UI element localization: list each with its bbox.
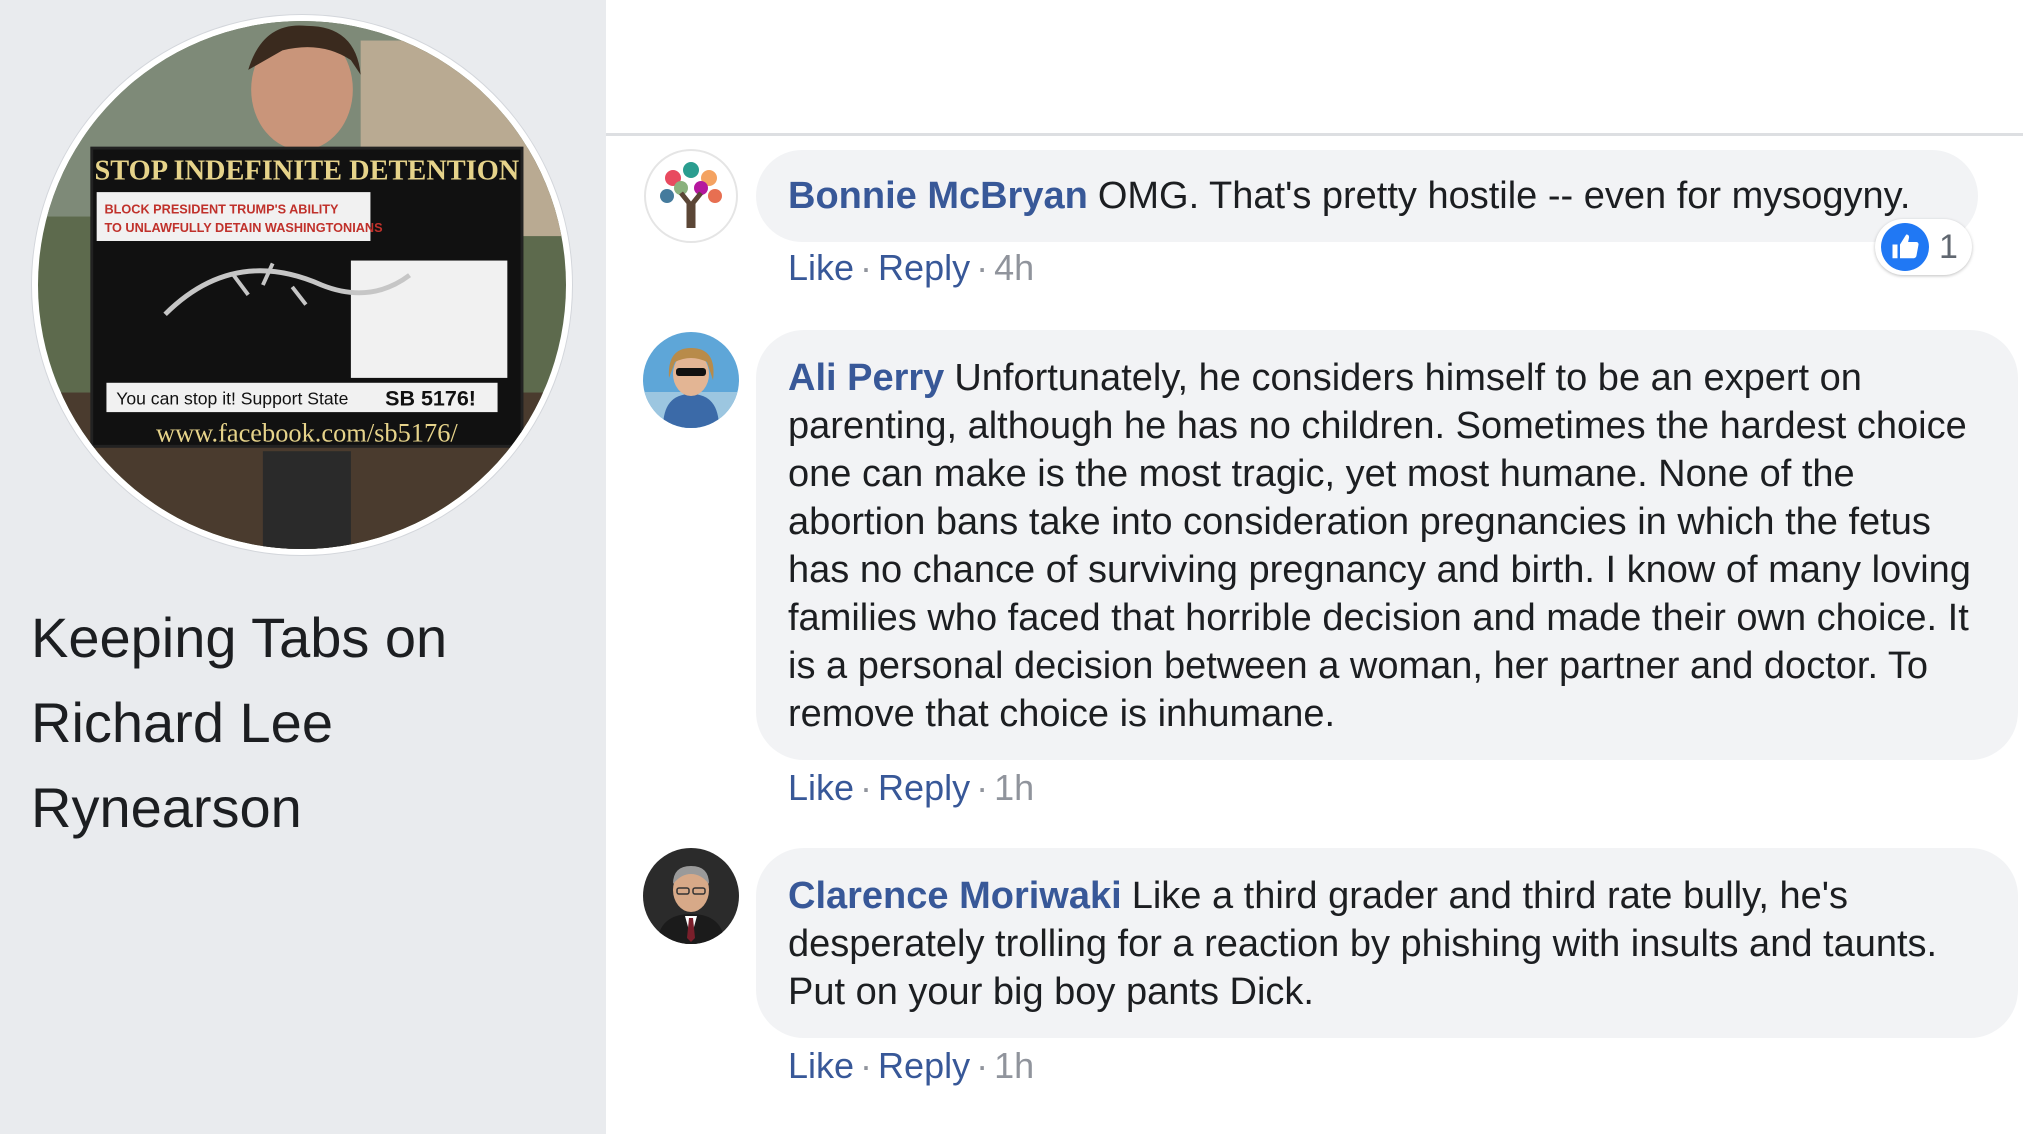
separator: ·: [976, 767, 989, 808]
profile-photo-avatar: [643, 848, 739, 944]
comment-bubble: Ali Perry Unfortunately, he considers him…: [756, 330, 2018, 760]
like-link[interactable]: Like: [788, 247, 854, 288]
profile-photo-avatar: [643, 332, 739, 428]
comment-timestamp[interactable]: 4h: [994, 247, 1034, 288]
reaction-count: 1: [1939, 227, 1958, 266]
thumbs-up-icon: [1881, 223, 1929, 271]
sign-headline: STOP INDEFINITE DETENTION: [95, 155, 520, 186]
profile-photo-illustration: STOP INDEFINITE DETENTION BLOCK PRESIDEN…: [38, 21, 566, 549]
separator: ·: [976, 247, 989, 288]
comment-author[interactable]: Bonnie McBryan: [788, 175, 1088, 217]
sign-url: www.facebook.com/sb5176/: [156, 417, 458, 447]
reply-link[interactable]: Reply: [878, 1045, 970, 1086]
comment-actions: Like · Reply · 4h: [788, 246, 1034, 290]
comment-bubble: Clarence Moriwaki Like a third grader and…: [756, 848, 2018, 1038]
comment-actions: Like · Reply · 1h: [788, 766, 1034, 810]
page-profile-picture[interactable]: STOP INDEFINITE DETENTION BLOCK PRESIDEN…: [32, 15, 572, 555]
avatar[interactable]: [643, 332, 739, 428]
separator: ·: [860, 247, 873, 288]
comment-text: OMG. That's pretty hostile -- even for m…: [1097, 175, 1911, 217]
page-title[interactable]: Keeping Tabs on Richard Lee Rynearson: [31, 595, 551, 850]
sign-bill: SB 5176!: [385, 386, 476, 410]
comment-author[interactable]: Ali Perry: [788, 357, 944, 399]
comment-actions: Like · Reply · 1h: [788, 1044, 1034, 1088]
comment-timestamp[interactable]: 1h: [994, 1045, 1034, 1086]
like-link[interactable]: Like: [788, 767, 854, 808]
comment-author[interactable]: Clarence Moriwaki: [788, 875, 1122, 917]
sign-support-text: You can stop it! Support State: [116, 388, 348, 408]
reaction-summary[interactable]: 1: [1875, 219, 1972, 275]
sign-subhead-2: TO UNLAWFULLY DETAIN WASHINGTONIANS: [104, 220, 382, 235]
comment-bubble: Bonnie McBryan OMG. That's pretty hostile…: [756, 150, 1978, 242]
tree-logo-avatar: [643, 148, 739, 244]
separator: ·: [976, 1045, 989, 1086]
sign-subhead-1: BLOCK PRESIDENT TRUMP'S ABILITY: [104, 202, 339, 217]
page-sidebar: STOP INDEFINITE DETENTION BLOCK PRESIDEN…: [0, 0, 606, 1134]
header-divider: [606, 133, 2023, 136]
reply-link[interactable]: Reply: [878, 247, 970, 288]
like-link[interactable]: Like: [788, 1045, 854, 1086]
separator: ·: [860, 1045, 873, 1086]
separator: ·: [860, 767, 873, 808]
avatar[interactable]: [643, 148, 739, 244]
reply-link[interactable]: Reply: [878, 767, 970, 808]
avatar[interactable]: [643, 848, 739, 944]
comment-timestamp[interactable]: 1h: [994, 767, 1034, 808]
comment-text: Unfortunately, he considers himself to b…: [788, 357, 1971, 735]
